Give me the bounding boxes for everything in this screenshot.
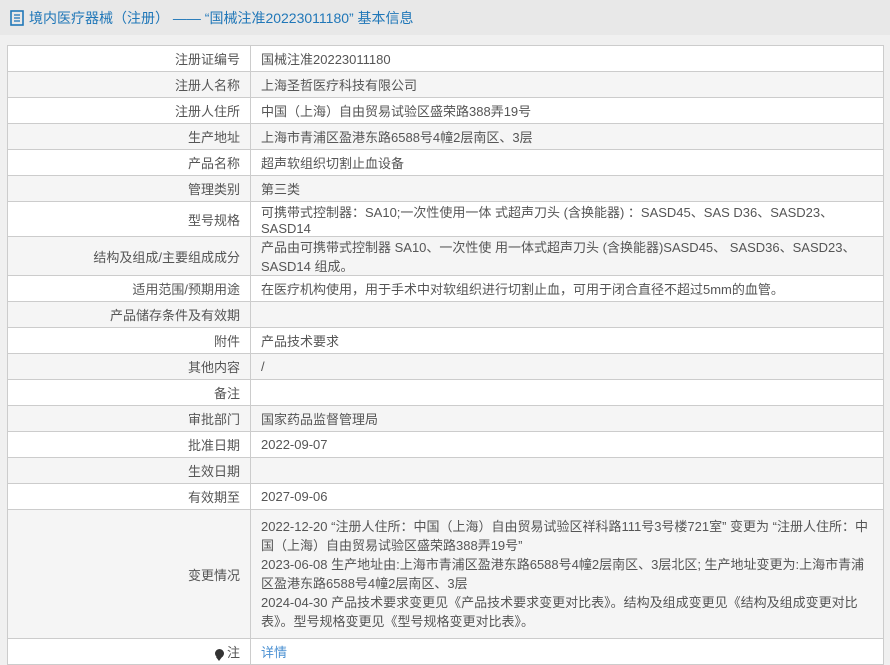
table-row: 生产地址 上海市青浦区盈港东路6588号4幢2层南区、3层: [8, 124, 884, 150]
table-row: 管理类别 第三类: [8, 176, 884, 202]
row-label: 型号规格: [8, 202, 251, 237]
row-label: 管理类别: [8, 176, 251, 202]
row-value: 超声软组织切割止血设备: [251, 150, 884, 176]
row-value: 中国（上海）自由贸易试验区盛荣路388弄19号: [251, 98, 884, 124]
row-label: 注册人住所: [8, 98, 251, 124]
row-value: 可携带式控制器：SA10;一次性使用一体 式超声刀头 (含换能器) ：SASD4…: [251, 202, 884, 237]
row-label: 审批部门: [8, 406, 251, 432]
row-value: 第三类: [251, 176, 884, 202]
row-label: 备注: [8, 380, 251, 406]
table-row: 结构及组成/主要组成成分 产品由可携带式控制器 SA10、一次性使 用一体式超声…: [8, 237, 884, 276]
table-row: 产品名称 超声软组织切割止血设备: [8, 150, 884, 176]
table-row: 产品储存条件及有效期: [8, 302, 884, 328]
table-row: 注册证编号 国械注准20223011180: [8, 46, 884, 72]
row-label: 注: [8, 639, 251, 665]
table-row-change-history: 变更情况 2022-12-20 “注册人住所：中国（上海）自由贸易试验区祥科路1…: [8, 510, 884, 639]
document-icon: [10, 10, 24, 26]
change-record: 2022-12-20 “注册人住所：中国（上海）自由贸易试验区祥科路111号3号…: [261, 517, 873, 555]
row-label: 产品储存条件及有效期: [8, 302, 251, 328]
row-label: 产品名称: [8, 150, 251, 176]
row-value: 2022-09-07: [251, 432, 884, 458]
row-value: 国家药品监督管理局: [251, 406, 884, 432]
table-row-note: 注 详情: [8, 639, 884, 665]
row-label: 变更情况: [8, 510, 251, 639]
row-label: 有效期至: [8, 484, 251, 510]
table-row: 注册人住所 中国（上海）自由贸易试验区盛荣路388弄19号: [8, 98, 884, 124]
table-row: 附件 产品技术要求: [8, 328, 884, 354]
table-row: 备注: [8, 380, 884, 406]
row-label: 生效日期: [8, 458, 251, 484]
row-value: [251, 458, 884, 484]
table-row: 注册人名称 上海圣哲医疗科技有限公司: [8, 72, 884, 98]
table-row: 型号规格 可携带式控制器：SA10;一次性使用一体 式超声刀头 (含换能器) ：…: [8, 202, 884, 237]
note-label: 注: [227, 645, 240, 660]
row-label: 结构及组成/主要组成成分: [8, 237, 251, 276]
row-value: 2027-09-06: [251, 484, 884, 510]
row-label: 注册证编号: [8, 46, 251, 72]
row-value: 上海圣哲医疗科技有限公司: [251, 72, 884, 98]
page-title: 境内医疗器械（注册） —— “国械注准20223011180” 基本信息: [29, 8, 414, 28]
row-label: 附件: [8, 328, 251, 354]
row-label: 其他内容: [8, 354, 251, 380]
row-value: 详情: [251, 639, 884, 665]
row-value: 产品技术要求: [251, 328, 884, 354]
row-label: 生产地址: [8, 124, 251, 150]
change-record: 2023-06-08 生产地址由:上海市青浦区盈港东路6588号4幢2层南区、3…: [261, 555, 873, 593]
table-row: 其他内容 /: [8, 354, 884, 380]
table-row: 生效日期: [8, 458, 884, 484]
detail-link[interactable]: 详情: [261, 645, 287, 660]
table-row: 批准日期 2022-09-07: [8, 432, 884, 458]
row-label: 注册人名称: [8, 72, 251, 98]
table-row: 适用范围/预期用途 在医疗机构使用，用于手术中对软组织进行切割止血，可用于闭合直…: [8, 276, 884, 302]
row-value: [251, 380, 884, 406]
page-header: 境内医疗器械（注册） —— “国械注准20223011180” 基本信息: [0, 0, 890, 35]
table-row: 有效期至 2027-09-06: [8, 484, 884, 510]
change-record: 2024-04-30 产品技术要求变更见《产品技术要求变更对比表》。结构及组成变…: [261, 593, 873, 631]
row-value: 在医疗机构使用，用于手术中对软组织进行切割止血，可用于闭合直径不超过5mm的血管…: [251, 276, 884, 302]
row-value: [251, 302, 884, 328]
row-value: 上海市青浦区盈港东路6588号4幢2层南区、3层: [251, 124, 884, 150]
row-value: 产品由可携带式控制器 SA10、一次性使 用一体式超声刀头 (含换能器)SASD…: [251, 237, 884, 276]
info-table: 注册证编号 国械注准20223011180 注册人名称 上海圣哲医疗科技有限公司…: [7, 45, 884, 665]
row-label: 批准日期: [8, 432, 251, 458]
row-label: 适用范围/预期用途: [8, 276, 251, 302]
row-value: 2022-12-20 “注册人住所：中国（上海）自由贸易试验区祥科路111号3号…: [251, 510, 884, 639]
note-balloon-icon: [215, 649, 224, 658]
row-value: 国械注准20223011180: [251, 46, 884, 72]
table-row: 审批部门 国家药品监督管理局: [8, 406, 884, 432]
row-value: /: [251, 354, 884, 380]
